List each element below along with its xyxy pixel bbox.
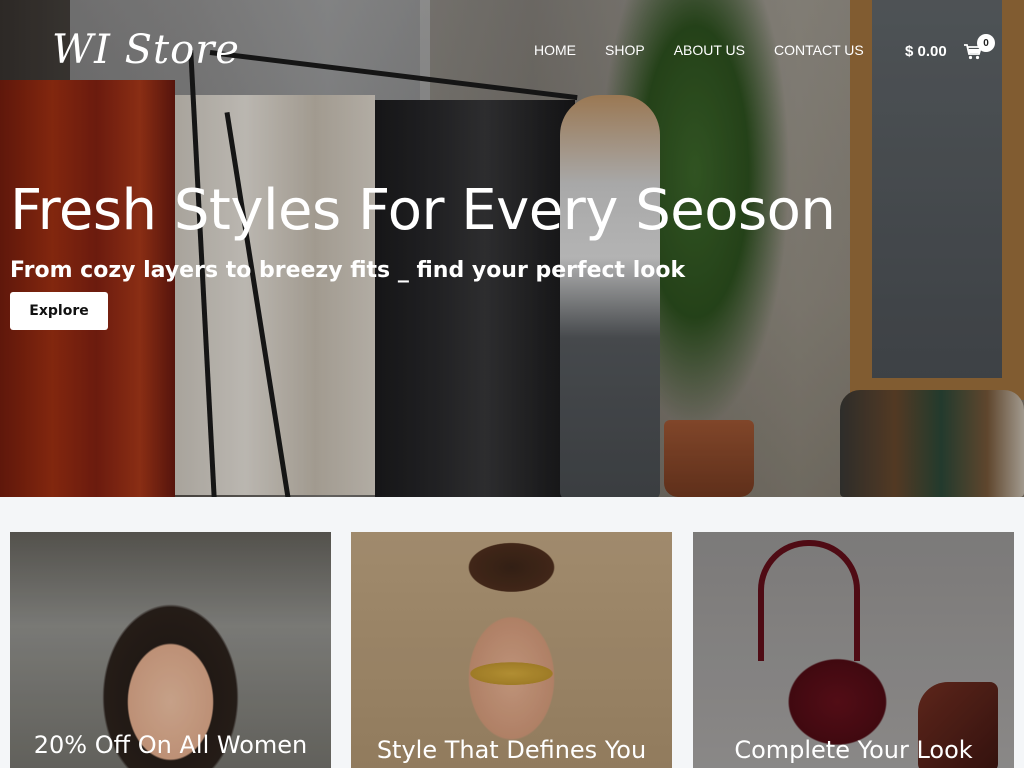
card-label: 20% Off On All Women xyxy=(33,731,308,759)
card-label: Style That Defines You xyxy=(376,736,647,764)
cart-count-badge: 0 xyxy=(977,34,995,52)
nav-home[interactable]: HOME xyxy=(534,42,576,58)
hero-banner: WI Store HOME SHOP ABOUT US CONTACT US $… xyxy=(0,0,1024,497)
card-label: Complete Your Look xyxy=(734,736,973,764)
promo-card-women[interactable]: 20% Off On All Women xyxy=(10,532,331,768)
hero-title: Fresh Styles For Every Seoson xyxy=(10,178,836,243)
site-logo[interactable]: WI Store xyxy=(52,27,240,73)
card-overlay xyxy=(351,532,672,768)
nav-shop[interactable]: SHOP xyxy=(605,42,645,58)
card-overlay xyxy=(693,532,1014,768)
hero-subtitle: From cozy layers to breezy fits _ find y… xyxy=(10,258,686,283)
promo-card-style[interactable]: Style That Defines You xyxy=(351,532,672,768)
explore-button[interactable]: Explore xyxy=(10,292,108,330)
hero-overlay xyxy=(0,0,1024,497)
cart-total[interactable]: $ 0.00 xyxy=(905,43,947,60)
nav-about-us[interactable]: ABOUT US xyxy=(674,42,745,58)
main-nav: HOME SHOP ABOUT US CONTACT US xyxy=(534,42,893,58)
nav-contact-us[interactable]: CONTACT US xyxy=(774,42,864,58)
promo-card-accessories[interactable]: Complete Your Look xyxy=(693,532,1014,768)
